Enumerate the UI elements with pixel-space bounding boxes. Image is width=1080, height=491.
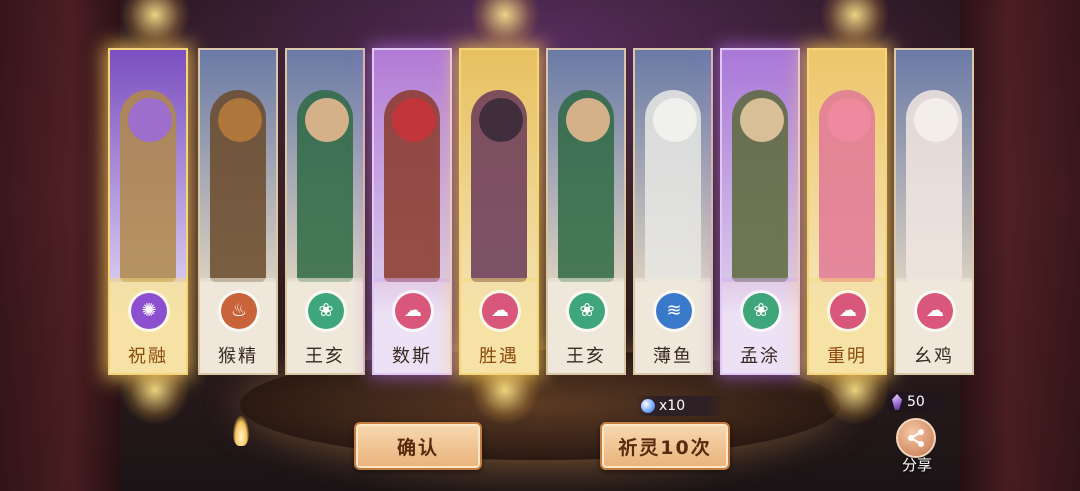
hero-name: 孟涂	[740, 346, 780, 367]
hero-name: 薄鱼	[653, 346, 693, 367]
hero-portrait	[287, 50, 363, 282]
hero-name: 祝融	[128, 346, 168, 367]
water-element-icon: ≋	[656, 293, 692, 329]
hero-head	[827, 98, 871, 142]
hero-head	[218, 98, 262, 142]
crystal-icon	[892, 394, 902, 410]
summon-gem-icon	[641, 399, 655, 413]
left-curtain	[0, 0, 120, 491]
draw-cost-text: x10	[659, 398, 686, 414]
hero-portrait	[110, 50, 186, 282]
cloud-element-icon: ☁	[917, 293, 953, 329]
result-cards: ✺ 祝融 ♨ 猴精 ❀ 王亥 ☁ 数斯 ☁ 胜遇 ❀ 王亥 ≋ 薄鱼 ❀ 孟涂 ☁ 重明 ☁ 幺鸡	[108, 48, 974, 375]
crystal-count-text: 50	[907, 394, 925, 410]
hero-name: 王亥	[566, 346, 606, 367]
hero-name: 猴精	[218, 346, 258, 367]
wood-element-icon: ❀	[743, 293, 779, 329]
hero-card[interactable]: ♨ 猴精	[198, 48, 278, 375]
hero-head	[128, 98, 172, 142]
hero-head	[740, 98, 784, 142]
flame-element-icon: ✺	[131, 293, 167, 329]
cloud-element-icon: ☁	[830, 293, 866, 329]
wood-element-icon: ❀	[308, 293, 344, 329]
cloud-element-icon: ☁	[395, 293, 431, 329]
hero-portrait	[722, 50, 798, 282]
hero-portrait	[635, 50, 711, 282]
hero-name: 幺鸡	[914, 346, 954, 367]
glow-sparkle	[470, 0, 540, 50]
candle-flame	[233, 416, 249, 446]
hero-card[interactable]: ❀ 王亥	[285, 48, 365, 375]
draw-ten-button[interactable]: 祈灵10次	[600, 422, 730, 470]
hero-card[interactable]: ☁ 数斯	[372, 48, 452, 375]
hero-card[interactable]: ❀ 王亥	[546, 48, 626, 375]
glow-sparkle	[120, 0, 190, 50]
hero-name: 重明	[827, 346, 867, 367]
crystal-counter: 50	[886, 392, 946, 412]
right-curtain	[960, 0, 1080, 491]
hero-portrait	[374, 50, 450, 282]
hero-name: 王亥	[305, 346, 345, 367]
hero-head	[914, 98, 958, 142]
glow-sparkle	[820, 0, 890, 50]
hero-portrait	[809, 50, 885, 282]
hero-portrait	[548, 50, 624, 282]
confirm-button[interactable]: 确认	[354, 422, 482, 470]
share-icon	[908, 429, 924, 447]
hero-card[interactable]: ☁ 重明	[807, 48, 887, 375]
share-label: 分享	[901, 456, 932, 474]
hero-portrait	[200, 50, 276, 282]
hero-head	[653, 98, 697, 142]
draw-cost-badge: x10	[635, 396, 725, 416]
fire-element-icon: ♨	[221, 293, 257, 329]
hero-card[interactable]: ❀ 孟涂	[720, 48, 800, 375]
hero-card[interactable]: ≋ 薄鱼	[633, 48, 713, 375]
hero-head	[479, 98, 523, 142]
share-button[interactable]	[896, 418, 936, 458]
wood-element-icon: ❀	[569, 293, 605, 329]
hero-card[interactable]: ☁ 幺鸡	[894, 48, 974, 375]
hero-head	[392, 98, 436, 142]
hero-card[interactable]: ✺ 祝融	[108, 48, 188, 375]
hero-portrait	[896, 50, 972, 282]
hero-name: 胜遇	[479, 346, 519, 367]
hero-card[interactable]: ☁ 胜遇	[459, 48, 539, 375]
hero-name: 数斯	[392, 346, 432, 367]
hero-portrait	[461, 50, 537, 282]
hero-head	[305, 98, 349, 142]
hero-head	[566, 98, 610, 142]
cloud-element-icon: ☁	[482, 293, 518, 329]
